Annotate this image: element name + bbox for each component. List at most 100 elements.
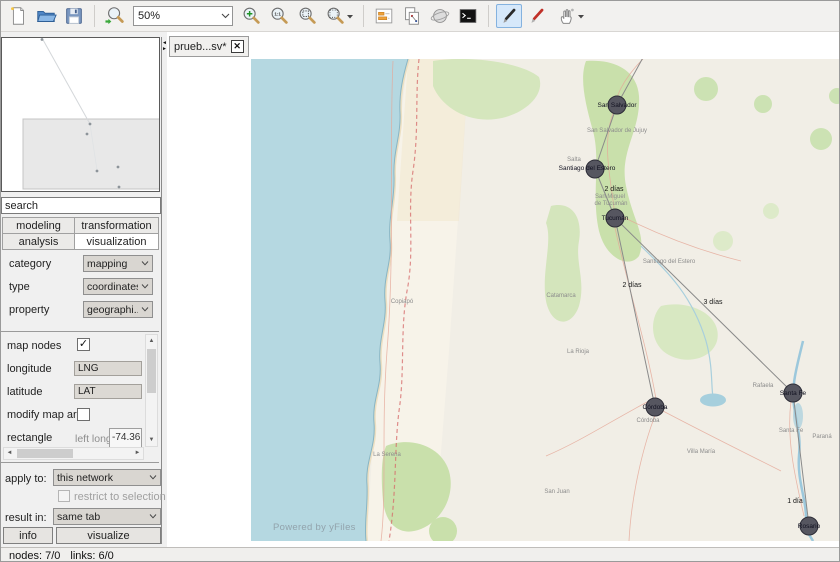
node-label: Tucumán bbox=[602, 215, 629, 222]
console-button[interactable] bbox=[455, 4, 481, 28]
longitude-field[interactable]: LNG bbox=[74, 361, 142, 376]
map-place-label: Santiago del Estero bbox=[643, 259, 696, 265]
mapping-parameters: map nodes ✓ longitude LNG latitude LAT m… bbox=[1, 331, 159, 463]
tab-modeling[interactable]: modeling bbox=[2, 217, 75, 234]
properties-button[interactable] bbox=[371, 4, 397, 28]
close-tab-icon[interactable]: ✕ bbox=[231, 40, 244, 53]
scrollbar-thumb[interactable] bbox=[147, 349, 156, 393]
globe-button[interactable] bbox=[427, 4, 453, 28]
scroll-right-icon[interactable]: ► bbox=[132, 448, 143, 460]
chevron-down-icon bbox=[138, 261, 152, 266]
node-label: Córdoba bbox=[643, 404, 668, 411]
visualize-button[interactable]: visualize bbox=[56, 527, 161, 544]
open-folder-icon bbox=[35, 5, 57, 27]
status-bar: nodes: 7/0 links: 6/0 bbox=[1, 547, 840, 562]
type-select[interactable]: coordinates bbox=[83, 278, 153, 295]
modify-map-area-checkbox[interactable] bbox=[77, 408, 90, 421]
longitude-label: longitude bbox=[7, 363, 52, 375]
dropdown-caret-icon bbox=[346, 6, 355, 26]
property-select[interactable]: geographi... bbox=[83, 301, 153, 318]
scrollbar-thumb[interactable] bbox=[17, 449, 73, 458]
result-in-value: same tab bbox=[54, 511, 146, 523]
fit-content-button[interactable] bbox=[322, 4, 356, 28]
geo-map: San Salvador de JujuySaltaSan Miguelde T… bbox=[251, 59, 840, 541]
map-place-label: Catamarca bbox=[546, 293, 576, 299]
map-place-label: La Rioja bbox=[567, 349, 590, 355]
toolbar-separator bbox=[363, 5, 364, 27]
zoom-in-icon bbox=[240, 5, 262, 27]
overview-minimap[interactable] bbox=[1, 37, 160, 192]
save-button[interactable] bbox=[61, 4, 87, 28]
map-nodes-checkbox[interactable]: ✓ bbox=[77, 338, 90, 351]
result-in-label: result in: bbox=[5, 512, 47, 524]
rectangle-label: rectangle bbox=[7, 432, 52, 444]
scroll-left-icon[interactable]: ◄ bbox=[4, 448, 15, 460]
map-place-label: San Salvador de Jujuy bbox=[587, 128, 647, 134]
latitude-label: latitude bbox=[7, 386, 42, 398]
document-tab[interactable]: prueb...sv* ✕ bbox=[169, 36, 249, 57]
type-value: coordinates bbox=[84, 281, 138, 293]
latitude-field[interactable]: LAT bbox=[74, 384, 142, 399]
vertical-scrollbar[interactable]: ▲ ▼ bbox=[145, 334, 158, 447]
copy-graph-icon bbox=[401, 5, 423, 27]
map-place-label: Santa Fe bbox=[779, 428, 804, 434]
restrict-to-selection-checkbox[interactable] bbox=[58, 490, 70, 502]
draw-red-pen-button[interactable] bbox=[524, 4, 550, 28]
scroll-down-icon[interactable]: ▼ bbox=[146, 434, 157, 446]
info-button[interactable]: info bbox=[3, 527, 53, 544]
document-tab-title: prueb...sv* bbox=[174, 41, 227, 53]
search-input[interactable] bbox=[1, 197, 161, 214]
map-place-label: Copiapó bbox=[391, 299, 414, 305]
zoom-to-selection-icon bbox=[296, 5, 318, 27]
map-view[interactable]: San Salvador de JujuySaltaSan Miguelde T… bbox=[251, 59, 840, 541]
category-select[interactable]: mapping bbox=[83, 255, 153, 272]
new-document-button[interactable] bbox=[5, 4, 31, 28]
toolbar-separator bbox=[488, 5, 489, 27]
tab-transformation[interactable]: transformation bbox=[74, 217, 159, 234]
map-place-label: San Juan bbox=[544, 489, 569, 495]
zoom-tool-button[interactable] bbox=[102, 4, 128, 28]
scroll-up-icon[interactable]: ▲ bbox=[146, 335, 157, 347]
zoom-in-button[interactable] bbox=[238, 4, 264, 28]
chevron-down-icon bbox=[146, 514, 160, 519]
zoom-level-combo[interactable]: 50% bbox=[133, 6, 233, 26]
globe-icon bbox=[429, 5, 451, 27]
draw-black-pen-button[interactable] bbox=[496, 4, 522, 28]
document-canvas: prueb...sv* ✕ bbox=[167, 32, 840, 547]
node-label: Santiago del Estero bbox=[559, 165, 616, 172]
toolbar-separator bbox=[94, 5, 95, 27]
zoom-tool-icon bbox=[104, 5, 126, 27]
result-in-select[interactable]: same tab bbox=[53, 508, 161, 525]
pan-hand-button[interactable] bbox=[552, 4, 588, 28]
zoom-to-selection-button[interactable] bbox=[294, 4, 320, 28]
property-value: geographi... bbox=[84, 304, 138, 316]
status-links: links: 6/0 bbox=[70, 550, 113, 562]
edge-label: 2 días bbox=[604, 186, 624, 193]
node-label: Santa Fe bbox=[780, 390, 807, 397]
tab-analysis[interactable]: analysis bbox=[2, 233, 75, 250]
node-label: Rosario bbox=[798, 523, 821, 530]
horizontal-scrollbar[interactable]: ◄ ► bbox=[3, 447, 144, 460]
properties-icon bbox=[373, 5, 395, 27]
map-place-label: Paraná bbox=[812, 434, 832, 440]
hand-icon bbox=[555, 5, 577, 27]
tab-visualization[interactable]: visualization bbox=[74, 233, 159, 250]
map-place-label: Rafaela bbox=[753, 383, 774, 389]
dropdown-caret-icon bbox=[577, 6, 586, 26]
map-terrain bbox=[251, 59, 840, 541]
category-value: mapping bbox=[84, 258, 138, 270]
map-nodes-label: map nodes bbox=[7, 340, 61, 352]
open-file-button[interactable] bbox=[33, 4, 59, 28]
left-long-value[interactable]: -74.36 bbox=[109, 428, 142, 448]
apply-to-select[interactable]: this network bbox=[53, 469, 161, 486]
minimap-graph bbox=[2, 38, 159, 191]
fit-content-icon bbox=[324, 5, 346, 27]
zoom-actual-size-button[interactable]: 1:1 bbox=[266, 4, 292, 28]
property-label: property bbox=[9, 304, 49, 316]
map-place-label: San Miguel bbox=[595, 194, 625, 200]
tool-tabs: modeling transformation analysis visuali… bbox=[3, 218, 161, 250]
left-long-label: left long bbox=[75, 433, 112, 445]
map-place-label: Córdoba bbox=[636, 418, 660, 424]
node-label: San Salvador bbox=[597, 102, 637, 109]
copy-graph-button[interactable] bbox=[399, 4, 425, 28]
